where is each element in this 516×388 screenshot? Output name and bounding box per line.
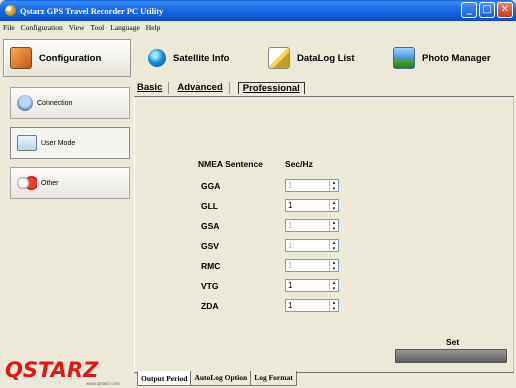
vtg-stepper[interactable]: 1 ▲ ▼ <box>285 279 339 292</box>
photo-manager-button[interactable]: Photo Manager <box>387 39 507 77</box>
settings-tabs: Basic Advanced Professional <box>137 82 313 94</box>
sidebar-item-user-mode[interactable]: User Mode <box>10 127 130 159</box>
tab-output-period[interactable]: Output Period <box>137 371 192 386</box>
sidebar-item-other[interactable]: Other <box>10 167 130 199</box>
stepper-value: 1 <box>288 201 293 210</box>
main-toolbar: Configuration Satellite Info DataLog Lis… <box>0 36 516 80</box>
stepper-value: 1 <box>288 221 293 230</box>
window-title: Qstarz GPS Travel Recorder PC Utility <box>20 5 164 16</box>
sidebar-item-label: User Mode <box>41 139 76 147</box>
satellite-info-label: Satellite Info <box>173 52 230 64</box>
stepper-value: 1 <box>288 241 293 250</box>
nmea-output-panel: NMEA Sentence Sec/Hz GGA 1 ▲ ▼ GLL 1 ▲ ▼ G… <box>134 97 514 372</box>
other-icon <box>17 175 37 191</box>
satellite-info-button[interactable]: Satellite Info <box>142 39 252 77</box>
gsv-stepper[interactable]: 1 ▲ ▼ <box>285 239 339 252</box>
down-arrow-icon[interactable]: ▼ <box>330 266 338 272</box>
app-icon <box>5 5 16 16</box>
menu-bar: File Configuration View Tool Language He… <box>0 21 516 33</box>
nmea-row-label: GSV <box>201 241 219 251</box>
nmea-row-label: GSA <box>201 221 220 231</box>
rate-header: Sec/Hz <box>285 159 313 169</box>
gll-stepper[interactable]: 1 ▲ ▼ <box>285 199 339 212</box>
tab-professional[interactable]: Professional <box>237 82 305 94</box>
down-arrow-icon[interactable]: ▼ <box>330 226 338 232</box>
main-panel: Basic Advanced Professional NMEA Sentenc… <box>132 80 516 388</box>
tab-autolog-option[interactable]: AutoLog Option <box>190 371 252 386</box>
zda-stepper[interactable]: 1 ▲ ▼ <box>285 299 339 312</box>
down-arrow-icon[interactable]: ▼ <box>330 246 338 252</box>
gga-stepper[interactable]: 1 ▲ ▼ <box>285 179 339 192</box>
logo-url: www.Qstarz.com <box>86 381 120 386</box>
tab-log-format[interactable]: Log Format <box>250 371 297 386</box>
photo-manager-label: Photo Manager <box>422 52 491 64</box>
nmea-row-label: GLL <box>201 201 218 211</box>
stepper-value: 1 <box>288 301 293 310</box>
notepad-pencil-icon <box>268 47 290 69</box>
window-controls: _ □ ✕ <box>461 2 513 18</box>
menu-file[interactable]: File <box>3 23 15 32</box>
datalog-list-button[interactable]: DataLog List <box>262 39 372 77</box>
stepper-value: 1 <box>288 261 293 270</box>
sidebar: Connection User Mode Other <box>0 80 132 388</box>
tab-basic[interactable]: Basic <box>137 82 170 94</box>
nmea-row-label: ZDA <box>201 301 219 311</box>
menu-language[interactable]: Language <box>110 23 140 32</box>
nmea-row-label: RMC <box>201 261 221 271</box>
bottom-tabs: Output Period AutoLog Option Log Format <box>137 371 297 386</box>
menu-tool[interactable]: Tool <box>91 23 105 32</box>
sidebar-item-label: Other <box>41 179 59 187</box>
configuration-button[interactable]: Configuration <box>3 39 131 77</box>
close-button[interactable]: ✕ <box>497 2 513 18</box>
nmea-row-label: VTG <box>201 281 219 291</box>
photo-icon <box>393 47 415 69</box>
down-arrow-icon[interactable]: ▼ <box>330 206 338 212</box>
rmc-stepper[interactable]: 1 ▲ ▼ <box>285 259 339 272</box>
set-button[interactable] <box>395 349 507 363</box>
maximize-button[interactable]: □ <box>479 2 495 18</box>
user-mode-icon <box>17 135 37 151</box>
configuration-label: Configuration <box>39 52 102 64</box>
tab-advanced[interactable]: Advanced <box>177 82 230 94</box>
gsa-stepper[interactable]: 1 ▲ ▼ <box>285 219 339 232</box>
stepper-value: 1 <box>288 281 293 290</box>
menu-configuration[interactable]: Configuration <box>21 23 63 32</box>
sidebar-item-label: Connection <box>37 99 73 107</box>
set-label: Set <box>446 337 460 347</box>
menu-view[interactable]: View <box>69 23 85 32</box>
stepper-value: 1 <box>288 181 293 190</box>
menu-help[interactable]: Help <box>146 23 161 32</box>
minimize-button[interactable]: _ <box>461 2 477 18</box>
datalog-list-label: DataLog List <box>297 52 355 64</box>
down-arrow-icon[interactable]: ▼ <box>330 286 338 292</box>
sidebar-item-connection[interactable]: Connection <box>10 87 130 119</box>
title-bar: Qstarz GPS Travel Recorder PC Utility _ … <box>0 0 516 21</box>
nmea-row-label: GGA <box>201 181 221 191</box>
down-arrow-icon[interactable]: ▼ <box>330 306 338 312</box>
nmea-sentence-header: NMEA Sentence <box>198 159 263 169</box>
configuration-icon <box>10 47 32 69</box>
globe-icon <box>148 49 166 67</box>
connection-icon <box>17 95 33 111</box>
down-arrow-icon[interactable]: ▼ <box>330 186 338 192</box>
